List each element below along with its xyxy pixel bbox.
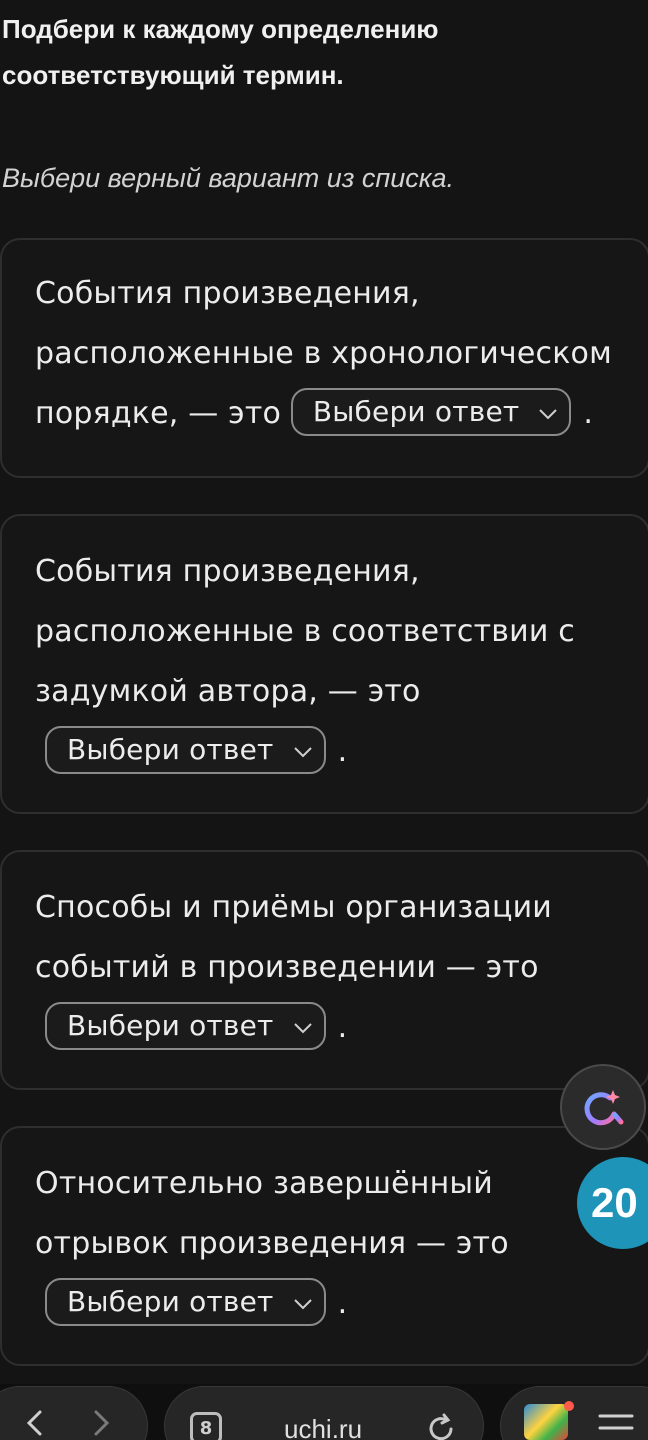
question-text-2: События произведения, расположенные в со… — [35, 554, 575, 709]
ai-assistant-button[interactable] — [560, 1064, 646, 1150]
sentence-end-4: . — [337, 1286, 348, 1321]
sentence-end-1: . — [583, 396, 594, 431]
reload-icon[interactable] — [424, 1412, 458, 1440]
answer-select-4[interactable]: Выбери ответ — [45, 1277, 326, 1326]
browser-profile-avatar[interactable] — [524, 1404, 568, 1440]
task-title: Подбери к каждому определению соответств… — [2, 14, 439, 90]
menu-icon[interactable] — [598, 1410, 634, 1440]
chevron-left-icon[interactable] — [20, 1406, 50, 1440]
sentence-end-2: . — [337, 734, 348, 769]
sentence-end-3: . — [337, 1010, 348, 1045]
answer-select-label-1: Выбери ответ — [312, 394, 520, 428]
question-card-4: Относительно завершённый отрывок произве… — [0, 1126, 648, 1366]
answer-select-1[interactable]: Выбери ответ — [290, 387, 572, 436]
question-card-3: Способы и приёмы организации событий в п… — [0, 850, 648, 1090]
answer-select-label-3: Выбери ответ — [67, 1008, 274, 1042]
question-text-3: Способы и приёмы организации событий в п… — [35, 890, 552, 985]
chevron-down-icon — [293, 1022, 312, 1033]
answer-select-label-4: Выбери ответ — [67, 1284, 274, 1318]
task-instruction: Выбери верный вариант из списка. — [2, 163, 455, 193]
page: Подбери к каждому определению соответств… — [0, 0, 648, 1440]
notification-dot — [564, 1401, 574, 1411]
question-card-1-content: События произведения, расположенные в хр… — [0, 238, 648, 478]
question-text-4: Относительно завершённый отрывок произве… — [35, 1166, 509, 1261]
answer-select-3[interactable]: Выбери ответ — [45, 1001, 326, 1050]
tabs-counter-button[interactable]: 8 — [190, 1412, 222, 1440]
answer-select-2[interactable]: Выбери ответ — [45, 725, 326, 774]
chevron-down-icon — [293, 746, 312, 757]
url-text[interactable]: uchi.ru — [284, 1414, 362, 1440]
chevron-down-icon — [539, 408, 558, 419]
chevron-down-icon — [293, 1298, 312, 1309]
question-card-2: События произведения, расположенные в со… — [0, 514, 648, 814]
ai-assistant-icon — [584, 1090, 624, 1126]
chevron-right-icon[interactable] — [86, 1406, 116, 1440]
answer-select-label-2: Выбери ответ — [67, 732, 274, 766]
